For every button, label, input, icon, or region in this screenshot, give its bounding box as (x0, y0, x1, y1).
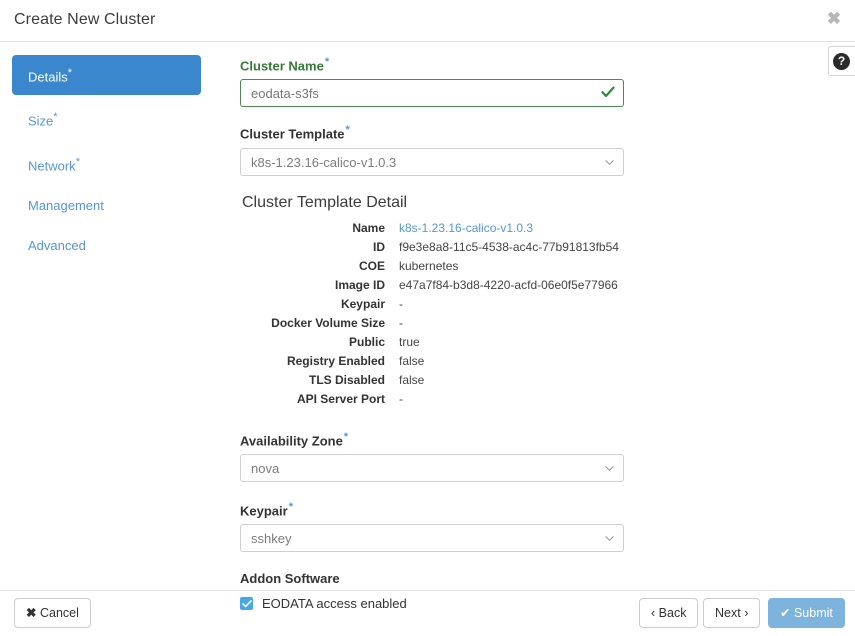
create-cluster-modal: Create New Cluster ✖ ? Details* Size* Ne… (0, 0, 855, 636)
sidebar-item-label: Management (28, 198, 104, 213)
detail-table: Name k8s-1.23.16-calico-v1.0.3 ID f9e3e8… (240, 219, 619, 409)
modal-header: Create New Cluster ✖ (0, 0, 855, 42)
back-button[interactable]: ‹ Back (639, 598, 698, 628)
sidebar-item-label: Details (28, 69, 68, 84)
detail-value: false (399, 352, 619, 371)
required-marker: * (53, 111, 57, 123)
submit-button[interactable]: ✔ Submit (768, 598, 845, 628)
chevron-left-icon: ‹ (651, 606, 655, 620)
detail-key: ID (240, 238, 399, 257)
detail-section-title: Cluster Template Detail (242, 194, 640, 212)
keypair-label: Keypair* (240, 500, 640, 518)
detail-value: - (399, 390, 619, 409)
cancel-button-label: Cancel (40, 606, 79, 620)
check-icon: ✔ (780, 606, 790, 620)
detail-key: Image ID (240, 276, 399, 295)
cluster-name-field: Cluster Name* (240, 55, 640, 107)
required-marker: * (346, 124, 350, 136)
availability-zone-select[interactable]: nova (240, 454, 624, 482)
detail-value: f9e3e8a8-11c5-4538-ac4c-77b91813fb54 (399, 238, 619, 257)
modal-footer: ✖ Cancel ‹ Back Next › ✔ Submit (0, 590, 855, 636)
page-title: Create New Cluster (14, 11, 155, 29)
detail-key: Public (240, 333, 399, 352)
table-row: Docker Volume Size - (240, 314, 619, 333)
table-row: Keypair - (240, 295, 619, 314)
detail-key: Registry Enabled (240, 352, 399, 371)
required-marker: * (289, 501, 293, 513)
table-row: COE kubernetes (240, 257, 619, 276)
table-row: Registry Enabled false (240, 352, 619, 371)
cluster-template-detail: Cluster Template Detail Name k8s-1.23.16… (240, 194, 640, 409)
cancel-button[interactable]: ✖ Cancel (14, 598, 91, 628)
table-row: Name k8s-1.23.16-calico-v1.0.3 (240, 219, 619, 238)
table-row: ID f9e3e8a8-11c5-4538-ac4c-77b91813fb54 (240, 238, 619, 257)
detail-key: API Server Port (240, 390, 399, 409)
cluster-template-select[interactable]: k8s-1.23.16-calico-v1.0.3 (240, 148, 624, 176)
detail-value: - (399, 295, 619, 314)
sidebar-item-management[interactable]: Management (12, 188, 201, 224)
sidebar-item-details[interactable]: Details* (12, 55, 201, 95)
availability-zone-label: Availability Zone* (240, 430, 640, 448)
sidebar-item-network[interactable]: Network* (12, 144, 201, 184)
back-button-label: Back (659, 606, 687, 620)
detail-value: false (399, 371, 619, 390)
addon-software-label: Addon Software (240, 571, 640, 586)
cluster-name-label: Cluster Name* (240, 55, 640, 73)
table-row: API Server Port - (240, 390, 619, 409)
sidebar-item-advanced[interactable]: Advanced (12, 228, 201, 264)
detail-key: Docker Volume Size (240, 314, 399, 333)
cluster-template-field: Cluster Template* k8s-1.23.16-calico-v1.… (240, 123, 640, 175)
cluster-name-input[interactable] (240, 79, 624, 107)
keypair-select[interactable]: sshkey (240, 524, 624, 552)
sidebar-item-size[interactable]: Size* (12, 99, 201, 139)
detail-key: TLS Disabled (240, 371, 399, 390)
availability-zone-field: Availability Zone* nova (240, 430, 640, 482)
required-marker: * (68, 67, 72, 79)
close-icon[interactable]: ✖ (825, 10, 843, 28)
x-icon: ✖ (26, 606, 36, 620)
table-row: Image ID e47a7f84-b3d8-4220-acfd-06e0f5e… (240, 276, 619, 295)
check-icon (601, 84, 615, 102)
detail-key: COE (240, 257, 399, 276)
next-button[interactable]: Next › (703, 598, 760, 628)
detail-value: kubernetes (399, 257, 619, 276)
sidebar-item-label: Advanced (28, 238, 86, 253)
details-form: Cluster Name* Cluster Template* k8s-1.23… (240, 42, 640, 611)
sidebar-item-label: Network (28, 158, 76, 173)
cluster-name-input-wrap (240, 79, 624, 107)
detail-key: Name (240, 219, 399, 238)
chevron-right-icon: › (744, 606, 748, 620)
keypair-select-wrap: sshkey (240, 524, 624, 552)
next-button-label: Next (715, 606, 741, 620)
detail-key: Keypair (240, 295, 399, 314)
required-marker: * (325, 56, 329, 68)
help-circle-icon: ? (833, 53, 850, 70)
required-marker: * (344, 431, 348, 443)
detail-value: e47a7f84-b3d8-4220-acfd-06e0f5e77966 (399, 276, 619, 295)
sidebar-item-label: Size (28, 114, 53, 129)
required-marker: * (76, 156, 80, 168)
table-row: Public true (240, 333, 619, 352)
wizard-step-nav: Details* Size* Network* Management Advan… (0, 42, 215, 268)
modal-body: Details* Size* Network* Management Advan… (0, 42, 855, 589)
submit-button-label: Submit (794, 606, 833, 620)
keypair-field: Keypair* sshkey (240, 500, 640, 552)
cluster-template-select-wrap: k8s-1.23.16-calico-v1.0.3 (240, 148, 624, 176)
availability-zone-select-wrap: nova (240, 454, 624, 482)
detail-value: - (399, 314, 619, 333)
table-row: TLS Disabled false (240, 371, 619, 390)
detail-value: true (399, 333, 619, 352)
help-tab[interactable]: ? (828, 46, 855, 76)
detail-value[interactable]: k8s-1.23.16-calico-v1.0.3 (399, 219, 619, 238)
cluster-template-label: Cluster Template* (240, 123, 640, 141)
